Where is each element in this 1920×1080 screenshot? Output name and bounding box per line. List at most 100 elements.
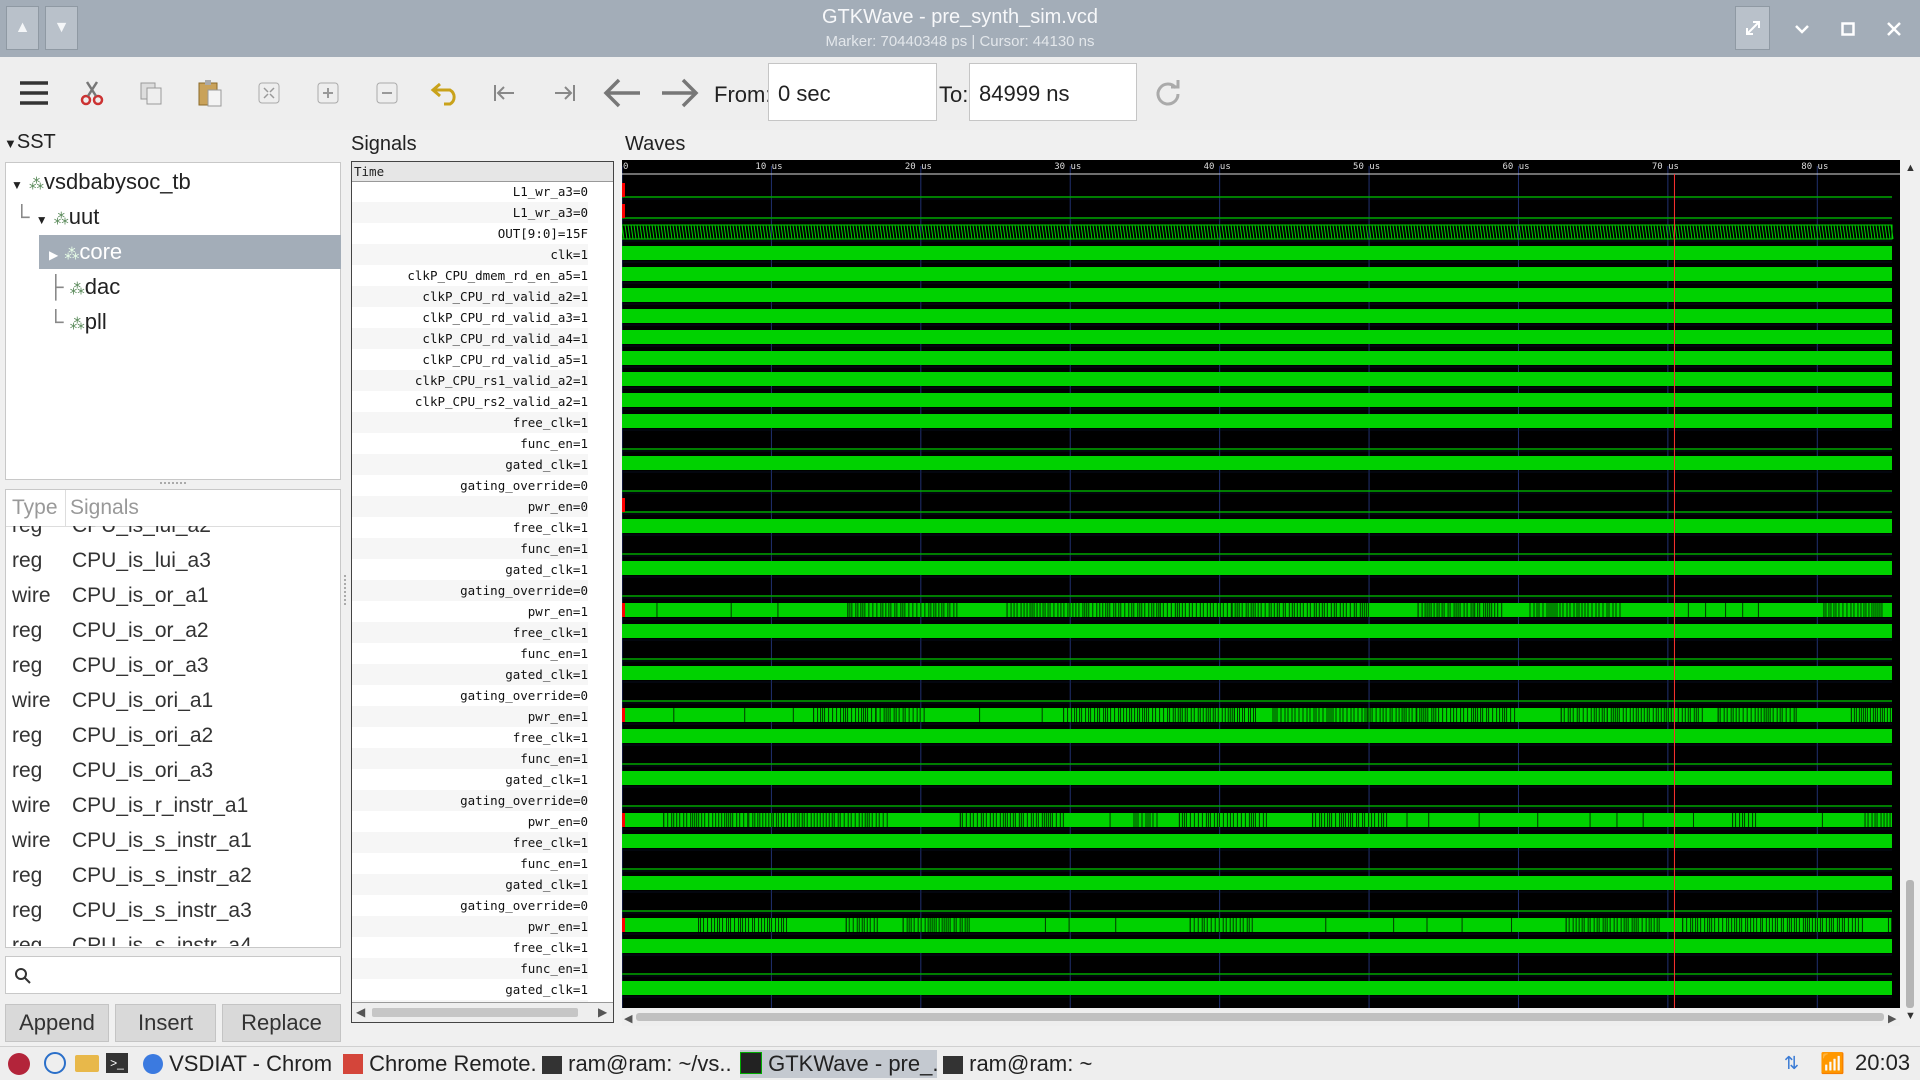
signal-name-row[interactable]: func_en=1 — [352, 643, 588, 664]
pane-splitter[interactable] — [160, 482, 186, 488]
signal-name-row[interactable]: clkP_CPU_rs1_valid_a2=1 — [352, 370, 588, 391]
signal-name-row[interactable]: gating_override=0 — [352, 580, 588, 601]
signal-name-row[interactable]: clkP_CPU_rd_valid_a2=1 — [352, 286, 588, 307]
waves-panel[interactable]: 0 10 us 20 us 30 us 40 us 50 us 60 us 70 us 80 u… — [622, 160, 1900, 1026]
signal-name-row[interactable]: free_clk=1 — [352, 412, 588, 433]
reload-button[interactable] — [1148, 73, 1188, 113]
to-time-input[interactable]: 84999 ns — [969, 63, 1137, 121]
tree-item-core[interactable]: ▶ ⁂core — [39, 235, 341, 269]
zoom-out-button[interactable] — [367, 73, 407, 113]
list-item[interactable]: reg CPU_is_s_instr_a4 — [12, 928, 252, 946]
signal-name-row[interactable]: gated_clk=1 — [352, 874, 588, 895]
taskbar-item-gtkwave[interactable]: GTKWave - pre_.. — [740, 1050, 937, 1078]
insert-button[interactable]: Insert — [115, 1004, 216, 1042]
scroll-thumb[interactable] — [372, 1008, 578, 1017]
menu-button[interactable] — [14, 73, 54, 113]
zoom-fit-button[interactable] — [249, 73, 289, 113]
list-item[interactable]: reg CPU_is_or_a2 — [12, 613, 209, 648]
signal-name-row[interactable]: gating_override=0 — [352, 685, 588, 706]
signal-name-row[interactable]: pwr_en=1 — [352, 706, 588, 727]
list-item[interactable]: wire CPU_is_r_instr_a1 — [12, 788, 248, 823]
column-header-signals[interactable]: Signals — [70, 490, 139, 526]
signal-name-row[interactable]: OUT[9:0]=15F — [352, 223, 588, 244]
taskbar-item-terminal-vs[interactable]: ram@ram: ~/vs.. — [542, 1050, 732, 1078]
from-time-input[interactable]: 0 sec — [768, 63, 937, 121]
list-item[interactable]: regCPU_is_lui_a2 — [12, 526, 211, 543]
network-sync-icon[interactable]: ⇅ — [1784, 1053, 1799, 1074]
signals-hscrollbar[interactable]: ◀ ▶ — [352, 1002, 613, 1022]
signal-name-row[interactable]: gated_clk=1 — [352, 664, 588, 685]
zoom-in-button[interactable] — [308, 73, 348, 113]
signal-name-row[interactable]: clk=1 — [352, 244, 588, 265]
signal-name-row[interactable]: gated_clk=1 — [352, 454, 588, 475]
taskbar-item-vsdiat-chrome[interactable]: VSDIAT - Chrom.. — [143, 1050, 333, 1078]
list-item[interactable]: reg CPU_is_s_instr_a3 — [12, 893, 252, 928]
close-button[interactable] — [1874, 9, 1914, 49]
signal-name-row[interactable]: clkP_CPU_rd_valid_a4=1 — [352, 328, 588, 349]
sst-frame-label[interactable]: ▼SST — [4, 131, 56, 154]
scroll-thumb[interactable] — [1906, 880, 1914, 1008]
signal-name-row[interactable]: pwr_en=0 — [352, 811, 588, 832]
tree-item-pll[interactable]: └ ⁂pll — [48, 305, 107, 339]
zoom-to-start-button[interactable] — [485, 73, 525, 113]
minimize-button[interactable] — [1782, 9, 1822, 49]
taskbar-item-chrome-remote[interactable]: Chrome Remote.. — [343, 1050, 536, 1078]
signal-name-row[interactable]: free_clk=1 — [352, 937, 588, 958]
signal-name-row[interactable]: gating_override=0 — [352, 475, 588, 496]
signal-name-row[interactable]: func_en=1 — [352, 958, 588, 979]
signal-name-row[interactable]: pwr_en=0 — [352, 496, 588, 517]
copy-button[interactable] — [131, 73, 171, 113]
signal-name-row[interactable]: free_clk=1 — [352, 832, 588, 853]
paste-button[interactable] — [190, 73, 230, 113]
signal-name-row[interactable]: clkP_CPU_rd_valid_a3=1 — [352, 307, 588, 328]
signal-name-row[interactable]: gated_clk=1 — [352, 559, 588, 580]
signal-name-row[interactable]: L1_wr_a3=0 — [352, 181, 588, 202]
signal-name-row[interactable]: clkP_CPU_dmem_rd_en_a5=1 — [352, 265, 588, 286]
find-next-edge-button[interactable] — [660, 73, 700, 113]
list-item[interactable]: wire CPU_is_or_a1 — [12, 578, 209, 613]
zoom-to-end-button[interactable] — [544, 73, 584, 113]
list-item[interactable]: reg CPU_is_or_a3 — [12, 648, 209, 683]
signal-name-row[interactable]: free_clk=1 — [352, 622, 588, 643]
signal-name-row[interactable]: gated_clk=1 — [352, 769, 588, 790]
append-button[interactable]: Append — [5, 1004, 109, 1042]
cut-button[interactable] — [72, 73, 112, 113]
signal-name-row[interactable]: pwr_en=1 — [352, 601, 588, 622]
list-item[interactable]: wire CPU_is_s_instr_a1 — [12, 823, 252, 858]
signal-name-row[interactable]: func_en=1 — [352, 538, 588, 559]
signal-name-row[interactable]: func_en=1 — [352, 853, 588, 874]
signal-name-row[interactable]: free_clk=1 — [352, 517, 588, 538]
list-item[interactable]: reg CPU_is_lui_a3 — [12, 543, 211, 578]
signal-name-row[interactable]: L1_wr_a3=0 — [352, 202, 588, 223]
signal-name-row[interactable]: clkP_CPU_rd_valid_a5=1 — [352, 349, 588, 370]
list-item[interactable]: reg CPU_is_ori_a2 — [12, 718, 213, 753]
signal-name-row[interactable]: pwr_en=1 — [352, 916, 588, 937]
signal-search-field[interactable] — [5, 956, 341, 994]
signal-name-row[interactable]: func_en=1 — [352, 748, 588, 769]
list-item[interactable]: wire CPU_is_ori_a1 — [12, 683, 213, 718]
find-previous-edge-button[interactable] — [602, 73, 642, 113]
signal-name-row[interactable]: func_en=1 — [352, 433, 588, 454]
file-manager-icon[interactable] — [75, 1055, 99, 1072]
taskbar-item-terminal-home[interactable]: ram@ram: ~ — [943, 1050, 1103, 1078]
wifi-icon[interactable]: 📶 — [1820, 1051, 1845, 1076]
tree-item-vsdbabysoc-tb[interactable]: ▼ ⁂vsdbabysoc_tb — [11, 165, 191, 199]
tree-item-dac[interactable]: ├ ⁂dac — [48, 270, 120, 304]
column-header-type[interactable]: Type — [12, 490, 58, 526]
tree-item-uut[interactable]: └ ▼ ⁂uut — [14, 200, 99, 234]
waveform-canvas[interactable]: 0 10 us 20 us 30 us 40 us 50 us 60 us 70 us 80 u… — [622, 160, 1900, 1026]
replace-button[interactable]: Replace — [222, 1004, 341, 1042]
list-item[interactable]: reg CPU_is_ori_a3 — [12, 753, 213, 788]
signal-name-row[interactable]: gated_clk=1 — [352, 979, 588, 1000]
signal-name-row[interactable]: gating_override=0 — [352, 895, 588, 916]
undo-zoom-button[interactable] — [426, 73, 466, 113]
maximize-button[interactable] — [1828, 9, 1868, 49]
list-item[interactable]: reg CPU_is_s_instr_a2 — [12, 858, 252, 893]
waves-vscrollbar[interactable]: ▲ ▼ — [1900, 160, 1920, 1026]
signal-name-row[interactable]: gating_override=0 — [352, 790, 588, 811]
pane-splitter-vertical[interactable] — [344, 575, 349, 605]
signal-name-row[interactable]: clkP_CPU_rs2_valid_a2=1 — [352, 391, 588, 412]
web-browser-icon[interactable] — [44, 1052, 66, 1074]
signal-name-row[interactable]: free_clk=1 — [352, 727, 588, 748]
raspberry-menu-icon[interactable] — [8, 1053, 30, 1075]
